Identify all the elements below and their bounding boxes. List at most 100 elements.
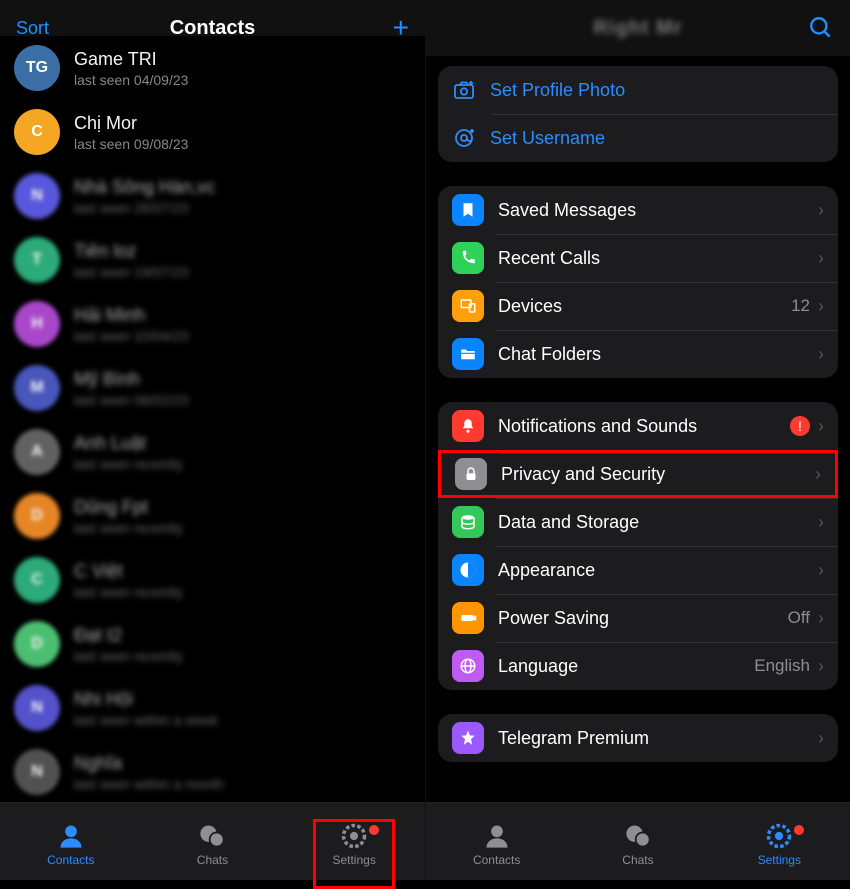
tab-label: Settings — [758, 853, 801, 867]
chevron-right-icon: › — [818, 296, 824, 317]
contact-text: C Việt last seen recently — [74, 561, 183, 600]
row-detail: English — [754, 656, 810, 676]
row-label: Devices — [498, 296, 791, 317]
contact-name: Đạt t2 — [74, 625, 183, 646]
account-name: Right Mr — [426, 17, 850, 40]
row-label: Recent Calls — [498, 248, 818, 269]
contact-status: last seen within a week — [74, 712, 218, 728]
phone-icon — [452, 242, 484, 274]
row-label: Chat Folders — [498, 344, 818, 365]
contact-row[interactable]: MMỹ Bìnhlast seen 06/02/23 — [0, 356, 425, 420]
chevron-right-icon: › — [818, 248, 824, 269]
avatar: N — [14, 685, 60, 731]
row-label: Notifications and Sounds — [498, 416, 790, 437]
tab-settings[interactable]: Settings — [734, 821, 824, 867]
contacts-list[interactable]: TGGame TRIlast seen 04/09/23CChị Morlast… — [0, 36, 425, 802]
settings-row-appear[interactable]: Appearance› — [438, 546, 838, 594]
contact-row[interactable]: TGGame TRIlast seen 04/09/23 — [0, 36, 425, 100]
settings-row-privacy[interactable]: Privacy and Security› — [438, 450, 838, 498]
contact-row[interactable]: T Tiên loz last seen 19/07/23 — [0, 228, 425, 292]
row-label: Privacy and Security — [501, 464, 815, 485]
settings-row-saved[interactable]: Saved Messages› — [438, 186, 838, 234]
contact-status: last seen 06/02/23 — [74, 392, 188, 408]
contact-row[interactable]: H Hải Minhlast seen 10/04/23 — [0, 292, 425, 356]
contact-row[interactable]: A Anh Luật last seen recently — [0, 420, 425, 484]
avatar: A — [14, 429, 60, 475]
bell-icon — [452, 410, 484, 442]
contact-row[interactable]: DDũng Fptlast seen recently — [0, 484, 425, 548]
contact-status: last seen 04/09/23 — [74, 72, 188, 88]
alert-badge: ! — [790, 416, 810, 436]
row-label: Saved Messages — [498, 200, 818, 221]
settings-body[interactable]: Set Profile Photo Set Username Saved Mes… — [426, 56, 850, 802]
row-label: Telegram Premium — [498, 728, 818, 749]
folder-icon — [452, 338, 484, 370]
row-label: Data and Storage — [498, 512, 818, 533]
row-label: Language — [498, 656, 754, 677]
settings-row-power[interactable]: Power SavingOff› — [438, 594, 838, 642]
contacts-icon — [54, 821, 88, 851]
settings-row-data[interactable]: Data and Storage› — [438, 498, 838, 546]
contact-text: Mỹ Bìnhlast seen 06/02/23 — [74, 369, 188, 408]
avatar: N — [14, 749, 60, 795]
settings-group-premium: Telegram Premium› — [438, 714, 838, 762]
set-photo-label: Set Profile Photo — [490, 80, 625, 101]
contact-status: last seen 19/07/23 — [74, 264, 188, 280]
tab-contacts[interactable]: Contacts — [26, 821, 116, 867]
settings-row-devices[interactable]: Devices12› — [438, 282, 838, 330]
tab-chats[interactable]: Chats — [593, 821, 683, 867]
contact-status: last seen 10/04/23 — [74, 328, 188, 344]
settings-row-premium[interactable]: Telegram Premium› — [438, 714, 838, 762]
settings-screen: Right Mr Set Profile Photo Set Username … — [425, 0, 850, 880]
chevron-right-icon: › — [818, 656, 824, 677]
chats-icon — [195, 821, 229, 851]
settings-row-notif[interactable]: Notifications and Sounds! › — [438, 402, 838, 450]
tab-bar: Contacts Chats Settings — [426, 802, 850, 880]
bookmark-icon — [452, 194, 484, 226]
circle-icon — [452, 554, 484, 586]
avatar: T — [14, 237, 60, 283]
settings-row-recent[interactable]: Recent Calls› — [438, 234, 838, 282]
row-detail: Off — [788, 608, 810, 628]
contact-text: Hải Minhlast seen 10/04/23 — [74, 305, 188, 344]
contact-name: Dũng Fpt — [74, 497, 183, 518]
settings-group-main: Saved Messages›Recent Calls›Devices12›Ch… — [438, 186, 838, 378]
chats-icon — [621, 821, 655, 851]
chevron-right-icon: › — [815, 464, 821, 485]
chevron-right-icon: › — [818, 416, 824, 437]
settings-row-lang[interactable]: LanguageEnglish › — [438, 642, 838, 690]
contact-row[interactable]: NNghĩalast seen within a month — [0, 740, 425, 802]
camera-plus-icon — [452, 78, 476, 102]
sort-button[interactable]: Sort — [16, 18, 49, 39]
chevron-right-icon: › — [818, 608, 824, 629]
contact-row[interactable]: CC Việtlast seen recently — [0, 548, 425, 612]
contact-name: Anh Luật — [74, 433, 183, 454]
contacts-screen: Sort Contacts + TGGame TRIlast seen 04/0… — [0, 0, 425, 880]
contact-row[interactable]: NNhà Sông Hàn,vclast seen 26/07/23 — [0, 164, 425, 228]
contact-status: last seen recently — [74, 584, 183, 600]
add-contact-button[interactable]: + — [393, 14, 409, 42]
set-profile-photo[interactable]: Set Profile Photo — [438, 66, 838, 114]
contact-status: last seen 26/07/23 — [74, 200, 215, 216]
contact-name: C Việt — [74, 561, 183, 582]
chevron-right-icon: › — [818, 512, 824, 533]
contact-name: Tiên loz — [74, 241, 188, 262]
tab-label: Chats — [197, 853, 228, 867]
search-button[interactable] — [808, 15, 834, 41]
tab-settings[interactable]: Settings — [309, 821, 399, 867]
contact-text: Game TRIlast seen 04/09/23 — [74, 49, 188, 88]
set-username[interactable]: Set Username — [438, 114, 838, 162]
tab-chats[interactable]: Chats — [167, 821, 257, 867]
settings-row-folders[interactable]: Chat Folders› — [438, 330, 838, 378]
chevron-right-icon: › — [818, 728, 824, 749]
search-icon — [808, 15, 834, 41]
contact-status: last seen 09/08/23 — [74, 136, 188, 152]
contact-row[interactable]: NNhi Hộilast seen within a week — [0, 676, 425, 740]
tab-contacts[interactable]: Contacts — [452, 821, 542, 867]
contact-row[interactable]: CChị Morlast seen 09/08/23 — [0, 100, 425, 164]
contact-text: Nhà Sông Hàn,vclast seen 26/07/23 — [74, 177, 215, 216]
disk-icon — [452, 506, 484, 538]
contact-row[interactable]: DĐạt t2last seen recently — [0, 612, 425, 676]
contact-status: last seen recently — [74, 456, 183, 472]
avatar: H — [14, 301, 60, 347]
